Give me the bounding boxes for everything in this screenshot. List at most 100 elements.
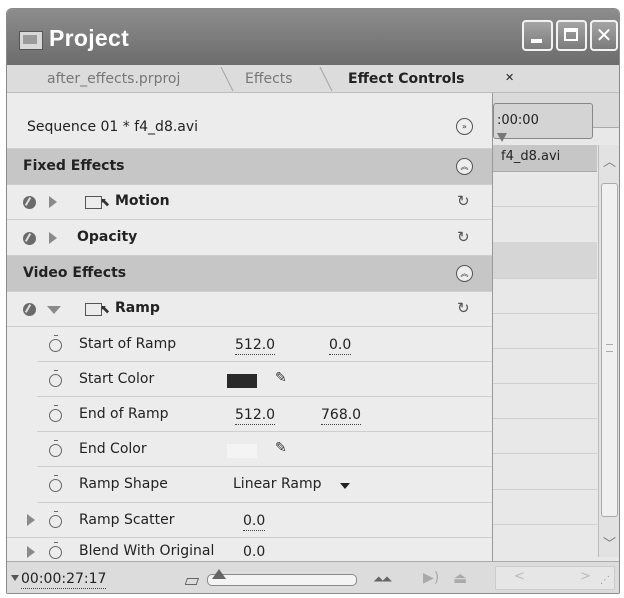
effect-row-opacity[interactable]: Opacity ↻	[7, 220, 492, 256]
blend-with-original-value[interactable]: 0.0	[243, 543, 266, 562]
stopwatch-icon[interactable]	[49, 370, 62, 387]
timeline-row	[493, 171, 597, 207]
ramp-shape-select[interactable]: Linear Ramp	[233, 476, 321, 492]
grip-icon	[606, 344, 613, 352]
stopwatch-icon[interactable]	[49, 511, 62, 528]
property-row-end-of-ramp: End of Ramp 512.0 768.0	[37, 397, 492, 432]
stopwatch-icon[interactable]	[49, 335, 62, 352]
property-row-start-color: Start Color ✎	[37, 362, 492, 397]
end-color-swatch[interactable]	[227, 444, 257, 458]
section-fixed-effects[interactable]: Fixed Effects ︽	[7, 149, 492, 185]
stopwatch-icon[interactable]	[49, 405, 62, 422]
start-of-ramp-x-value[interactable]: 512.0	[235, 336, 276, 355]
maximize-button[interactable]	[556, 20, 587, 51]
section-video-effects[interactable]: Video Effects ︽	[7, 256, 492, 292]
timeline-row	[493, 348, 597, 384]
property-label: End Color	[79, 441, 147, 457]
horizontal-scrollbar[interactable]: < > ⋰	[495, 566, 615, 590]
stopwatch-icon[interactable]	[49, 440, 62, 457]
end-of-ramp-x-value[interactable]: 512.0	[235, 406, 276, 425]
tab-effect-controls[interactable]: Effect Controls	[348, 67, 464, 91]
section-title-video: Video Effects	[23, 265, 127, 281]
property-row-blend-with-original: Blend With Original 0.0	[7, 538, 492, 562]
toggle-effect-icon[interactable]	[23, 303, 36, 316]
title-bar[interactable]: Project ✕	[7, 9, 619, 65]
scroll-down-icon[interactable]: ﹀	[603, 533, 616, 552]
ramp-scatter-value[interactable]: 0.0	[243, 512, 266, 531]
effect-name-ramp: Ramp	[115, 300, 160, 316]
scroll-up-icon[interactable]: ︿	[603, 151, 616, 170]
maximize-icon	[564, 28, 578, 41]
current-time-display[interactable]: 00:00:27:17	[21, 570, 107, 589]
time-marker-icon	[11, 575, 19, 581]
timeline-row	[493, 242, 597, 279]
motion-cursor-icon: ⬉	[100, 195, 111, 209]
section-title-fixed: Fixed Effects	[23, 158, 125, 174]
property-label: Ramp Shape	[79, 476, 168, 492]
effect-row-ramp[interactable]: ⬉ Ramp ↻	[7, 292, 492, 327]
toggle-effect-icon[interactable]	[23, 196, 36, 209]
zoom-in-icon[interactable]: ⏶⏶	[373, 572, 392, 588]
motion-cursor-icon: ⬉	[100, 302, 111, 316]
scrollbar-thumb[interactable]	[601, 183, 618, 517]
zoom-out-icon[interactable]	[185, 576, 197, 585]
app-icon	[19, 31, 43, 50]
property-label: End of Ramp	[79, 406, 169, 422]
project-window: Project ✕ after_effects.prproj Effects E…	[6, 8, 620, 594]
collapse-triangle-icon[interactable]	[47, 306, 61, 314]
resize-grip-icon[interactable]: ⋰	[600, 575, 610, 586]
expand-triangle-icon[interactable]	[27, 546, 35, 558]
expand-triangle-icon[interactable]	[49, 196, 57, 208]
property-row-ramp-scatter: Ramp Scatter 0.0	[7, 503, 492, 538]
scroll-left-icon[interactable]: <	[514, 569, 525, 584]
close-icon: ✕	[595, 23, 613, 47]
tab-project-file[interactable]: after_effects.prproj	[47, 67, 180, 91]
stopwatch-icon[interactable]	[49, 475, 62, 492]
tab-effects[interactable]: Effects	[245, 67, 293, 91]
effect-name-motion: Motion	[115, 193, 170, 209]
property-label: Start of Ramp	[79, 336, 177, 352]
close-button[interactable]: ✕	[590, 20, 618, 51]
expand-triangle-icon[interactable]	[49, 232, 57, 244]
timeline-row	[493, 383, 597, 419]
sequence-label: Sequence 01 * f4_d8.avi	[27, 119, 199, 135]
window-title: Project	[49, 25, 130, 51]
collapse-icon[interactable]: ︽	[456, 158, 473, 175]
timeline-clip[interactable]: f4_d8.avi	[493, 145, 597, 172]
sequence-header: Sequence 01 * f4_d8.avi »	[7, 93, 492, 149]
tab-close-icon[interactable]: ✕	[505, 71, 514, 84]
zoom-slider-thumb[interactable]	[212, 569, 226, 579]
effect-name-opacity: Opacity	[77, 229, 138, 245]
toggle-effect-icon[interactable]	[23, 232, 36, 245]
stopwatch-icon[interactable]	[49, 542, 62, 559]
time-ruler[interactable]: :00:00	[493, 93, 619, 139]
vertical-scrollbar[interactable]: ︿ ﹀	[598, 145, 619, 557]
end-of-ramp-y-value[interactable]: 768.0	[321, 406, 362, 425]
start-color-swatch[interactable]	[227, 374, 257, 388]
minimize-button[interactable]	[522, 20, 553, 51]
scroll-right-icon[interactable]: >	[580, 569, 591, 584]
current-time-indicator-icon[interactable]	[497, 133, 507, 142]
tab-separator	[220, 66, 234, 92]
export-icon[interactable]: ⏏	[453, 569, 467, 587]
eyedropper-icon[interactable]: ✎	[275, 370, 287, 386]
zoom-slider[interactable]	[207, 569, 357, 586]
reset-icon[interactable]: ↻	[457, 192, 470, 210]
minimize-icon	[531, 39, 542, 43]
timeline-time: :00:00	[497, 113, 539, 128]
show-timeline-icon[interactable]: »	[456, 118, 473, 135]
reset-icon[interactable]: ↻	[457, 228, 470, 246]
effect-row-motion[interactable]: ⬉ Motion ↻	[7, 185, 492, 220]
dropdown-arrow-icon[interactable]	[340, 483, 350, 489]
property-row-end-color: End Color ✎	[37, 432, 492, 467]
tab-bar: after_effects.prproj Effects Effect Cont…	[7, 65, 619, 144]
reset-icon[interactable]: ↻	[457, 299, 470, 317]
property-label: Ramp Scatter	[79, 512, 175, 528]
eyedropper-icon[interactable]: ✎	[275, 440, 287, 456]
timeline-row	[493, 206, 597, 243]
expand-triangle-icon[interactable]	[27, 514, 35, 526]
property-row-start-of-ramp: Start of Ramp 512.0 0.0	[37, 327, 492, 362]
collapse-icon[interactable]: ︽	[456, 265, 473, 282]
play-audio-icon[interactable]: ▶)	[423, 570, 439, 586]
start-of-ramp-y-value[interactable]: 0.0	[329, 336, 352, 355]
